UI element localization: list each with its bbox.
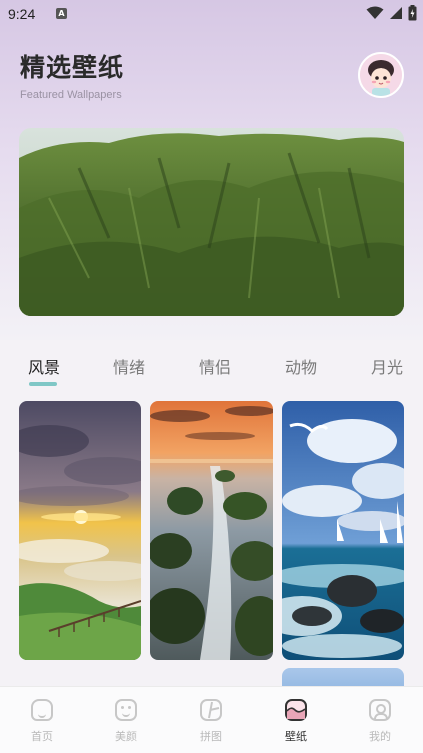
wifi-icon (366, 6, 384, 19)
wallpaper-ocean-sailboats-image (282, 401, 404, 660)
wallpaper-seashore-image (150, 401, 273, 660)
wallpaper-card[interactable] (150, 401, 273, 660)
nav-wallpaper[interactable]: 壁纸 (266, 699, 326, 744)
nav-beauty-label: 美颜 (115, 730, 137, 743)
beauty-face-icon (115, 699, 137, 721)
banner-mountain-image (19, 128, 404, 316)
bottom-navigation: 首页 美颜 拼图 壁纸 我的 (0, 686, 423, 753)
tab-mood[interactable]: 情绪 (113, 354, 145, 378)
wallpaper-card[interactable] (282, 401, 404, 660)
nav-beauty[interactable]: 美颜 (96, 699, 156, 744)
avatar[interactable] (358, 52, 404, 98)
nav-collage[interactable]: 拼图 (181, 699, 241, 744)
wallpaper-sunrise-image (19, 401, 141, 660)
nav-home[interactable]: 首页 (12, 699, 72, 744)
category-tabs: 风景 情绪 情侣 动物 月光 (0, 350, 423, 390)
featured-banner[interactable] (19, 128, 404, 316)
collage-icon (200, 699, 222, 721)
nav-wallpaper-label: 壁纸 (285, 730, 307, 743)
wallpaper-icon (285, 699, 307, 721)
notification-icon: A (56, 8, 67, 19)
avatar-girl-icon (360, 54, 402, 96)
tab-moonlight[interactable]: 月光 (371, 354, 403, 378)
nav-profile-label: 我的 (369, 730, 391, 743)
nav-home-label: 首页 (31, 730, 53, 743)
tab-landscape[interactable]: 风景 (28, 354, 60, 378)
status-time: 9:24 (8, 6, 36, 22)
signal-icon (390, 7, 402, 19)
nav-profile[interactable]: 我的 (350, 699, 410, 744)
status-bar: 9:24 A (0, 0, 423, 30)
nav-collage-label: 拼图 (200, 730, 222, 743)
tab-animal[interactable]: 动物 (285, 354, 317, 378)
page-title: 精选壁纸 (20, 53, 125, 82)
tab-couple[interactable]: 情侣 (199, 354, 231, 378)
home-icon (31, 699, 53, 721)
status-icons (366, 5, 417, 21)
profile-icon (369, 699, 391, 721)
active-tab-indicator (29, 382, 57, 386)
battery-icon (408, 5, 417, 21)
page-subtitle: Featured Wallpapers (20, 89, 122, 101)
wallpaper-card[interactable] (19, 401, 141, 660)
